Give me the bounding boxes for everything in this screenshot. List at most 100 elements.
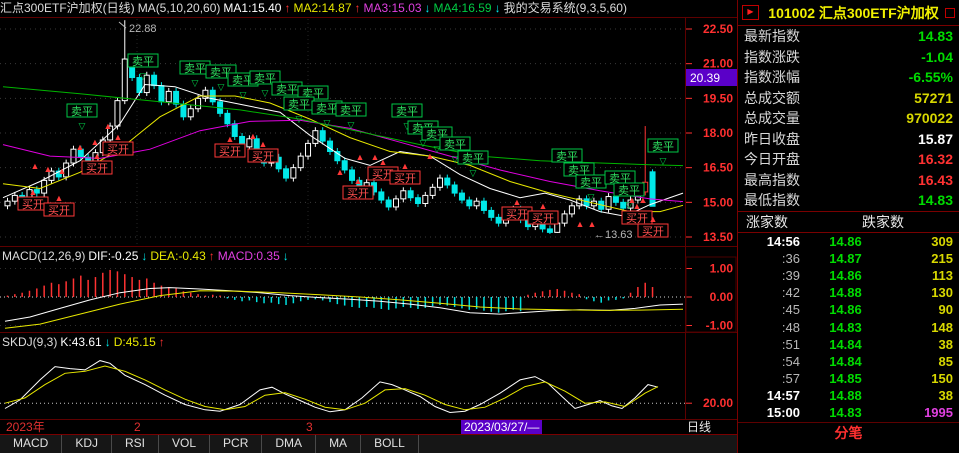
header-text: MA4:16.59	[433, 1, 492, 15]
field-value: -6.55%	[908, 69, 953, 86]
tick-time: :57	[781, 371, 800, 387]
advancers-decliners-header: 涨家数 跌家数	[738, 210, 959, 233]
svg-text:22.50: 22.50	[703, 22, 733, 36]
header-text: ↓	[494, 1, 501, 15]
tick-price: 14.86	[829, 267, 862, 283]
tick-row: 14:57 14.88 38	[738, 387, 959, 404]
header-text: MA3:15.03	[363, 1, 422, 15]
quote-fields: 最新指数 14.83 指数涨跌 -1.04 指数涨幅 -6.55% 总成交额 57271 总成交…	[738, 26, 959, 211]
svg-text:20.39: 20.39	[690, 71, 720, 85]
tick-time: :45	[781, 302, 800, 318]
svg-text:▽: ▽	[324, 118, 331, 128]
quote-field-row: 总成交量 970022	[738, 108, 959, 129]
svg-text:▽: ▽	[79, 121, 86, 131]
svg-text:买开: 买开	[347, 187, 369, 200]
quote-field-row: 最低指数 14.83	[738, 190, 959, 211]
panel-toggle-icon[interactable]	[945, 7, 955, 18]
svg-text:▽: ▽	[192, 78, 199, 88]
header-text: ↑	[284, 1, 291, 15]
svg-text:▽: ▽	[348, 120, 355, 130]
indicator-tab-vol[interactable]: VOL	[159, 435, 211, 453]
svg-text:▽: ▽	[452, 154, 459, 164]
tick-volume: 113	[932, 267, 953, 283]
field-value: 14.83	[917, 192, 953, 209]
field-label: 指数涨幅	[744, 69, 800, 86]
indicator-tab-macd[interactable]: MACD	[0, 435, 63, 453]
svg-text:▲: ▲	[114, 132, 123, 142]
axis-date-label: 2	[134, 420, 141, 434]
svg-text:0.00: 0.00	[710, 290, 734, 304]
svg-text:▲: ▲	[29, 187, 38, 197]
field-value: 57271	[914, 89, 953, 106]
svg-text:13.50: 13.50	[703, 230, 733, 244]
header-text: MA2:14.87	[293, 1, 352, 15]
field-value: 15.87	[917, 130, 953, 147]
period-label[interactable]: 日线	[687, 420, 711, 434]
tick-time: :36	[781, 250, 800, 266]
field-label: 指数涨跌	[744, 48, 800, 65]
tick-tab-label[interactable]: 分笔	[738, 421, 959, 444]
svg-text:15.00: 15.00	[703, 195, 733, 209]
axis-date-label: 2023年	[6, 420, 45, 434]
indicator-tab-kdj[interactable]: KDJ	[62, 435, 113, 453]
indicator-tab-rsi[interactable]: RSI	[112, 435, 160, 453]
tick-volume: 38	[938, 336, 953, 352]
chart-header: 汇点300ETF沪加权(日线) MA(5,10,20,60) MA1:15.40 ↑ M…	[0, 0, 737, 17]
svg-text:1.00: 1.00	[710, 262, 734, 276]
field-label: 总成交额	[744, 89, 800, 106]
svg-text:▲: ▲	[649, 214, 658, 224]
svg-text:▲: ▲	[259, 139, 268, 149]
field-label: 最新指数	[744, 28, 800, 45]
svg-text:▲: ▲	[513, 197, 522, 207]
macd-indicator-chart[interactable]: 1.00 0.00 -1.00	[0, 247, 737, 333]
tick-volume: 38	[938, 388, 953, 404]
indicator-tab-dma[interactable]: DMA	[262, 435, 317, 453]
indicator-tab-boll[interactable]: BOLL	[361, 435, 419, 453]
security-code-name: 101002 汇点300ETF沪加权	[768, 4, 939, 21]
svg-text:▲: ▲	[371, 152, 380, 162]
svg-text:▽: ▽	[262, 88, 269, 98]
svg-text:▲: ▲	[31, 161, 40, 171]
tick-price: 14.88	[829, 388, 862, 404]
tick-time: :39	[781, 267, 800, 283]
tick-price: 14.84	[829, 336, 862, 352]
svg-text:▽: ▽	[470, 168, 477, 178]
tick-row: :39 14.86 113	[738, 267, 959, 284]
tick-price: 14.86	[829, 233, 862, 249]
svg-text:▲: ▲	[44, 164, 53, 174]
field-value: 14.83	[917, 28, 953, 45]
svg-text:买开: 买开	[394, 172, 416, 185]
svg-text:18.00: 18.00	[703, 126, 733, 140]
header-text: ↑	[354, 1, 361, 15]
svg-text:▽: ▽	[240, 90, 247, 100]
svg-text:▲: ▲	[76, 142, 85, 152]
tick-time: 14:57	[766, 388, 800, 404]
tick-volume: 148	[931, 319, 953, 335]
svg-text:买开: 买开	[506, 208, 528, 221]
indicator-tab-pcr[interactable]: PCR	[210, 435, 263, 453]
header-text: MA(5,10,20,60)	[137, 1, 221, 15]
play-button[interactable]: ▶	[742, 5, 759, 20]
skdj-indicator-chart[interactable]: 20.00	[0, 333, 737, 419]
tick-list[interactable]: 14:56 14.86 309:36 14.87 215:39 14.86 113:42 14…	[738, 233, 959, 422]
indicator-tab-ma[interactable]: MA	[316, 435, 362, 453]
field-label: 最高指数	[744, 171, 800, 188]
tick-volume: 309	[931, 233, 953, 249]
quote-field-row: 昨日收盘 15.87	[738, 129, 959, 150]
svg-text:▲: ▲	[55, 193, 64, 203]
tick-price: 14.87	[829, 250, 862, 266]
tick-row: :51 14.84 38	[738, 336, 959, 353]
tick-time: :48	[781, 319, 800, 335]
tick-row: :45 14.86 90	[738, 301, 959, 318]
tick-price: 14.85	[829, 371, 862, 387]
svg-text:卖平: 卖平	[580, 176, 602, 189]
svg-text:买开: 买开	[626, 212, 648, 225]
svg-text:19.50: 19.50	[703, 91, 733, 105]
tick-row: :42 14.88 130	[738, 284, 959, 301]
main-candlestick-chart[interactable]: 22.5021.0019.5018.0016.5015.0013.50卖平▽卖平…	[0, 17, 737, 247]
svg-text:▲: ▲	[93, 151, 102, 161]
field-label: 昨日收盘	[744, 130, 800, 147]
decliners-label: 跌家数	[862, 213, 904, 230]
svg-text:▽: ▽	[660, 156, 667, 166]
field-value: 970022	[906, 110, 953, 127]
